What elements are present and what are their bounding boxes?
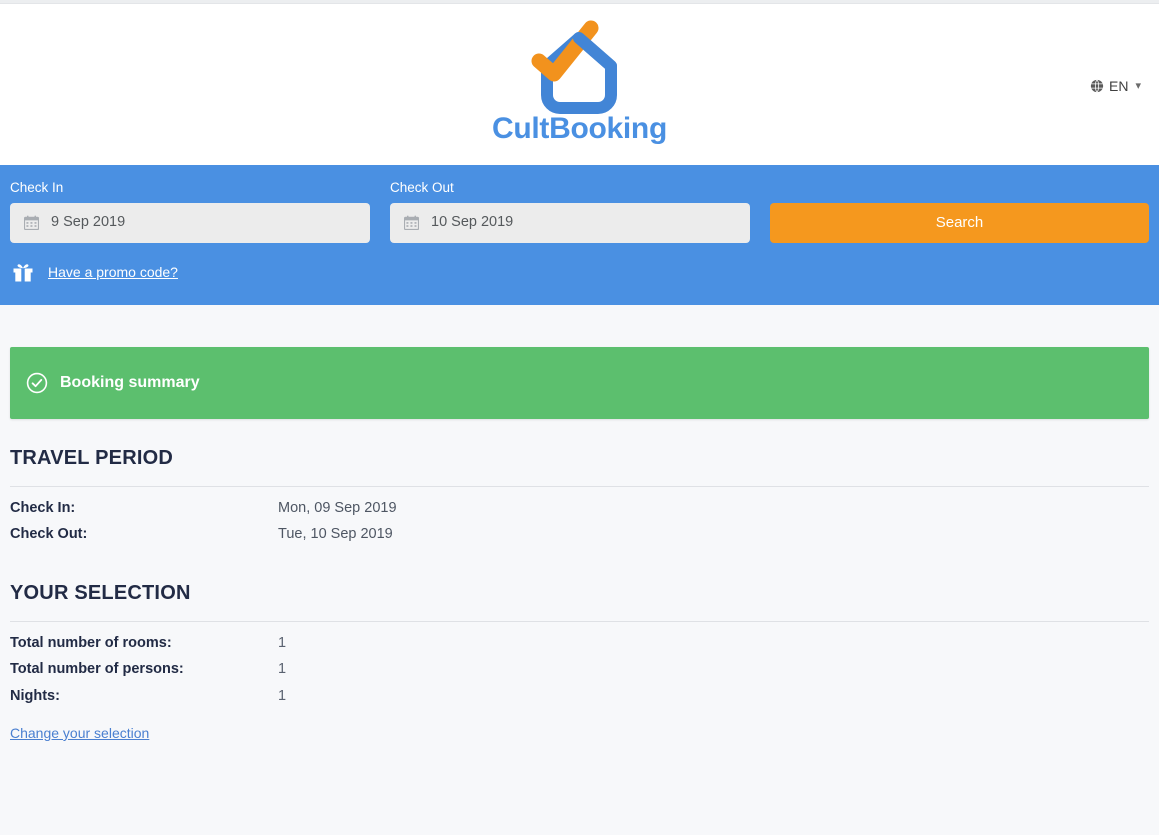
- house-check-logo-icon: [521, 18, 637, 116]
- your-selection-heading: YOUR SELECTION: [10, 582, 1149, 605]
- your-selection-table: Total number of rooms: 1 Total number of…: [10, 636, 286, 716]
- checkin-input[interactable]: 9 Sep 2019: [10, 203, 370, 243]
- calendar-icon: [24, 215, 39, 230]
- travel-period-heading: TRAVEL PERIOD: [10, 447, 1149, 470]
- language-selector[interactable]: EN ▾: [1090, 78, 1141, 94]
- check-circle-icon: [26, 372, 48, 394]
- checkout-value: 10 Sep 2019: [431, 215, 513, 230]
- table-row: Total number of rooms: 1: [10, 636, 286, 663]
- checkin-summary-value: Mon, 09 Sep 2019: [278, 501, 397, 528]
- change-selection-link[interactable]: Change your selection: [10, 725, 149, 741]
- checkin-field: Check In 9 Sep 2019: [10, 181, 370, 243]
- checkin-label: Check In: [10, 181, 370, 195]
- brand-logo[interactable]: CultBooking: [492, 4, 667, 144]
- total-persons-label: Total number of persons:: [10, 662, 278, 689]
- calendar-icon: [404, 215, 419, 230]
- table-row: Nights: 1: [10, 689, 286, 716]
- search-fields-row: Check In 9 Sep 2019: [10, 181, 1149, 243]
- booking-summary-banner: Booking summary: [10, 347, 1149, 419]
- checkout-field: Check Out 10 Sep 2019: [390, 181, 750, 243]
- main-content: Booking summary TRAVEL PERIOD Check In: …: [0, 347, 1159, 742]
- total-rooms-label: Total number of rooms:: [10, 636, 278, 663]
- checkout-summary-value: Tue, 10 Sep 2019: [278, 527, 397, 554]
- language-code: EN: [1109, 78, 1128, 94]
- promo-code-link[interactable]: Have a promo code?: [48, 264, 178, 280]
- brand-name: CultBooking: [492, 114, 667, 144]
- chevron-down-icon: ▾: [1135, 81, 1141, 92]
- site-header: CultBooking EN ▾: [0, 4, 1159, 165]
- search-bar: Check In 9 Sep 2019: [0, 165, 1159, 305]
- checkin-summary-label: Check In:: [10, 501, 278, 528]
- checkout-summary-label: Check Out:: [10, 527, 278, 554]
- search-button[interactable]: Search: [770, 203, 1149, 243]
- checkin-value: 9 Sep 2019: [51, 215, 125, 230]
- gift-icon: [12, 261, 34, 283]
- travel-period-divider: [10, 486, 1149, 487]
- checkout-label: Check Out: [390, 181, 750, 195]
- nights-value: 1: [278, 689, 286, 716]
- table-row: Total number of persons: 1: [10, 662, 286, 689]
- total-rooms-value: 1: [278, 636, 286, 663]
- nights-label: Nights:: [10, 689, 278, 716]
- globe-icon: [1090, 79, 1104, 93]
- table-row: Check In: Mon, 09 Sep 2019: [10, 501, 397, 528]
- total-persons-value: 1: [278, 662, 286, 689]
- travel-period-table: Check In: Mon, 09 Sep 2019 Check Out: Tu…: [10, 501, 397, 554]
- checkout-input[interactable]: 10 Sep 2019: [390, 203, 750, 243]
- booking-summary-title: Booking summary: [60, 375, 200, 391]
- table-row: Check Out: Tue, 10 Sep 2019: [10, 527, 397, 554]
- promo-code-row: Have a promo code?: [10, 261, 1149, 283]
- your-selection-divider: [10, 621, 1149, 622]
